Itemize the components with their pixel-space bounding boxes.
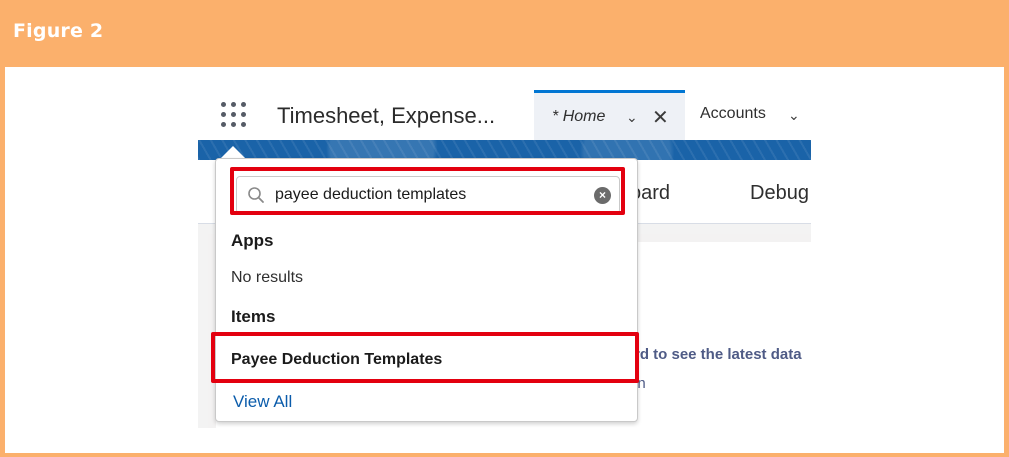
- apps-heading: Apps: [231, 231, 274, 250]
- tab-home[interactable]: * Home ⌄ ✕: [534, 90, 685, 140]
- view-all-link[interactable]: View All: [233, 392, 292, 412]
- close-icon[interactable]: ✕: [652, 105, 669, 130]
- nav-item-debug[interactable]: Debug: [750, 182, 809, 205]
- clear-icon[interactable]: ×: [594, 187, 611, 204]
- chevron-down-icon[interactable]: ⌄: [788, 107, 800, 124]
- search-input[interactable]: [275, 184, 575, 206]
- header-banner: [198, 140, 811, 160]
- global-header: Timesheet, Expense... * Home ⌄ ✕ Account…: [198, 88, 811, 140]
- tab-home-label: * Home: [552, 108, 606, 125]
- search-icon: [248, 187, 264, 203]
- search-box[interactable]: ×: [236, 176, 620, 214]
- result-item-payee-deduction-templates[interactable]: Payee Deduction Templates: [231, 351, 442, 369]
- content-text: rd to see the latest data: [634, 346, 802, 363]
- app-name: Timesheet, Expense...: [277, 103, 496, 128]
- figure-title: Figure 2: [13, 20, 104, 42]
- tab-accounts[interactable]: Accounts: [700, 105, 766, 123]
- items-heading: Items: [231, 307, 276, 326]
- chevron-down-icon[interactable]: ⌄: [626, 109, 638, 126]
- app-launcher-dropdown: × Apps No results Items Payee Deduction …: [215, 158, 638, 422]
- app-launcher-waffle-icon[interactable]: [220, 101, 248, 129]
- screenshot: Timesheet, Expense... * Home ⌄ ✕ Account…: [198, 88, 811, 428]
- apps-no-results: No results: [231, 269, 304, 286]
